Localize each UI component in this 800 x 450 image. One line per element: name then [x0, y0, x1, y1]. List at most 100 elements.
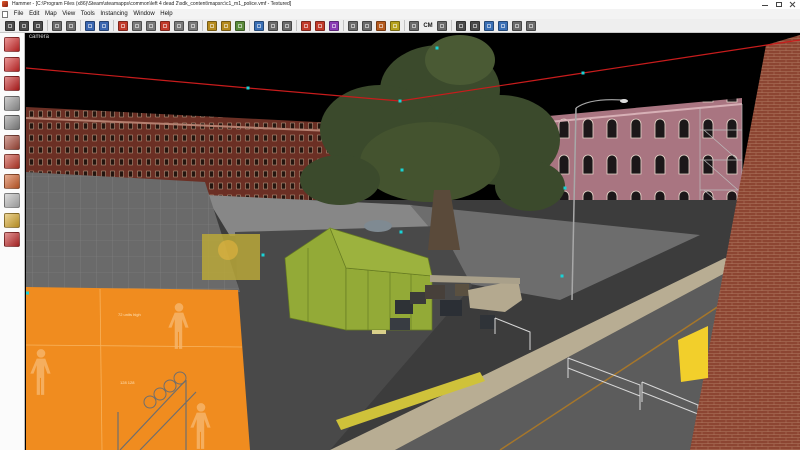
- hide-unselected-icon[interactable]: [174, 20, 184, 31]
- trash-bag: [410, 292, 426, 304]
- menu-help[interactable]: Help: [157, 9, 175, 19]
- smaller-grid-icon[interactable]: [19, 20, 29, 31]
- toolbar-separator: [202, 20, 203, 31]
- toolbar-group: [299, 20, 341, 31]
- cordon-manager-icon[interactable]: CM: [423, 21, 433, 31]
- entity-marker: [400, 168, 404, 172]
- show-all-icon[interactable]: [188, 20, 198, 31]
- title-bar[interactable]: Hammer - [C:\Program Files (x86)\Steam\s…: [0, 0, 800, 9]
- menu-window[interactable]: Window: [131, 9, 158, 19]
- undo-icon[interactable]: [85, 20, 95, 31]
- block-tool-icon[interactable]: [4, 115, 20, 130]
- toolbar-group: [454, 20, 538, 31]
- viewport-3d[interactable]: 72 units high 128 128 camera: [26, 33, 800, 450]
- texture-application-tool-icon[interactable]: [4, 134, 20, 150]
- 3d-lighting-preview-icon[interactable]: [390, 20, 400, 31]
- shrub: [364, 220, 392, 232]
- toggle-grid-icon[interactable]: [5, 20, 15, 31]
- group-icon[interactable]: [132, 20, 142, 31]
- toggle-visgroups-icon[interactable]: [470, 20, 480, 31]
- clipping-tool-icon[interactable]: [4, 212, 20, 228]
- canopy-cluster: [495, 161, 565, 211]
- crate: [455, 284, 469, 296]
- toolbar-separator: [47, 20, 48, 31]
- crate: [425, 285, 445, 299]
- close-icon: [786, 0, 800, 9]
- menu-instancing[interactable]: Instancing: [98, 9, 131, 19]
- 3d-wireframe-view-icon[interactable]: [348, 20, 358, 31]
- entity-report-icon[interactable]: [254, 20, 264, 31]
- manifest-icon[interactable]: [512, 20, 522, 31]
- larger-grid-icon[interactable]: [33, 20, 43, 31]
- 3d-textured-view-icon[interactable]: [376, 20, 386, 31]
- hammer-app-icon[interactable]: [2, 1, 8, 7]
- magnify-tool-icon[interactable]: [4, 56, 20, 72]
- toolbar-group: [205, 20, 247, 31]
- menu-file[interactable]: File: [11, 9, 26, 19]
- instance-hide-icon[interactable]: [484, 20, 494, 31]
- canopy-cluster: [425, 35, 495, 85]
- ungroup-icon[interactable]: [146, 20, 156, 31]
- entity-marker: [246, 86, 250, 90]
- 3d-flat-view-icon[interactable]: [362, 20, 372, 31]
- close-button[interactable]: [786, 0, 800, 9]
- edit-cordon-icon[interactable]: [437, 20, 447, 31]
- toggle-cordon-icon[interactable]: [409, 20, 419, 31]
- window-controls: [758, 0, 800, 9]
- toolbar-separator: [451, 20, 452, 31]
- auto-visgroups-icon[interactable]: [456, 20, 466, 31]
- selection-tool-icon[interactable]: [4, 37, 20, 52]
- toolbar-group: [3, 20, 45, 31]
- apply-current-texture-icon[interactable]: [4, 154, 20, 169]
- document-menu-icon[interactable]: [2, 10, 8, 18]
- hide-selected-icon[interactable]: [160, 20, 170, 31]
- toolbar-group: CM: [407, 20, 449, 31]
- toggle-3d-grid-icon[interactable]: [52, 20, 62, 31]
- maximize-icon: [772, 0, 786, 9]
- entity-marker: [581, 71, 585, 75]
- vertex-tool-icon[interactable]: [4, 232, 20, 247]
- run-map-icon[interactable]: [301, 20, 311, 31]
- redo-icon[interactable]: [99, 20, 109, 31]
- minimize-button[interactable]: [758, 0, 772, 9]
- viewport-label[interactable]: camera: [29, 34, 49, 41]
- texture-height-label: 72 units high: [118, 312, 141, 317]
- menu-tools[interactable]: Tools: [78, 9, 98, 19]
- camera-tool-icon[interactable]: [4, 76, 20, 91]
- minimize-icon: [758, 0, 772, 9]
- options-icon[interactable]: [526, 20, 536, 31]
- toolbar: CM: [0, 19, 800, 33]
- menu-view[interactable]: View: [59, 9, 78, 19]
- toolbar-separator: [249, 20, 250, 31]
- overlay-tool-icon[interactable]: [4, 193, 20, 208]
- texture-application-mode-icon[interactable]: [235, 20, 245, 31]
- trash-bag: [440, 300, 462, 316]
- entity-marker: [398, 99, 402, 103]
- toolbar-separator: [404, 20, 405, 31]
- menu-edit[interactable]: Edit: [26, 9, 42, 19]
- toolbar-separator: [296, 20, 297, 31]
- decal-tool-icon[interactable]: [4, 173, 20, 189]
- toolbar-group: [50, 20, 78, 31]
- toggle-helpers-icon[interactable]: [315, 20, 325, 31]
- instance-show-icon[interactable]: [498, 20, 508, 31]
- entity-tool-icon[interactable]: [4, 95, 20, 111]
- texture-scale-lock-icon[interactable]: [221, 20, 231, 31]
- pallet: [372, 330, 386, 334]
- texture-size-label: 128 128: [120, 380, 135, 385]
- canopy-cluster: [360, 122, 500, 202]
- maximize-button[interactable]: [772, 0, 786, 9]
- map-properties-icon[interactable]: [282, 20, 292, 31]
- toolbar-group: [346, 20, 402, 31]
- toggle-models-icon[interactable]: [329, 20, 339, 31]
- menu-map[interactable]: Map: [42, 9, 59, 19]
- snap-to-grid-icon[interactable]: [66, 20, 76, 31]
- carve-icon[interactable]: [118, 20, 128, 31]
- toolbar-group: [252, 20, 294, 31]
- street-lamp-light: [620, 99, 628, 103]
- entity-marker: [261, 253, 265, 257]
- check-for-problems-icon[interactable]: [268, 20, 278, 31]
- trash-bag: [480, 315, 495, 329]
- toolbar-separator: [80, 20, 81, 31]
- texture-lock-icon[interactable]: [207, 20, 217, 31]
